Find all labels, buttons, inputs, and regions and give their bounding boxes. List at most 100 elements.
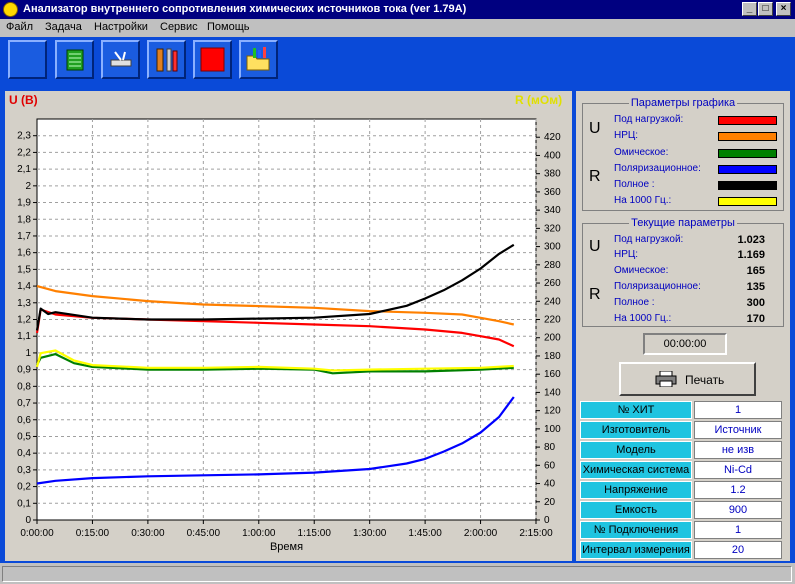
y-left-tick-label: 2,2: [17, 147, 31, 158]
status-bar: [0, 563, 795, 584]
y-left-tick-label: 0,2: [17, 482, 31, 493]
info-value[interactable]: не изв: [694, 441, 782, 459]
open-folder-button[interactable]: [239, 40, 278, 79]
info-key: № ХИТ: [580, 401, 692, 419]
print-button[interactable]: Печать: [619, 362, 756, 396]
current-label-ohmic: Омическое:: [614, 265, 669, 276]
swatch-full[interactable]: [718, 181, 777, 190]
x-tick-label: 1:00:00: [242, 528, 276, 539]
close-button[interactable]: ×: [776, 2, 791, 16]
y-right-tick-label: 420: [544, 132, 561, 143]
y-right-tick-label: 0: [544, 515, 550, 526]
current-value-ocv: 1.169: [737, 249, 765, 261]
app-window: Анализатор внутреннего сопротивления хим…: [0, 0, 795, 584]
swatch-ohmic[interactable]: [718, 149, 777, 158]
info-value[interactable]: 1.2: [694, 481, 782, 499]
x-tick-label: 2:15:00: [519, 528, 553, 539]
graph-params-title: Параметры графика: [628, 97, 738, 109]
app-icon[interactable]: [3, 2, 18, 17]
menu-task[interactable]: Задача: [45, 21, 82, 33]
info-row: Химическая система Ni-Cd: [580, 461, 784, 479]
legend-label-polar: Поляризационное:: [614, 163, 701, 174]
legend-label-full: Полное :: [614, 179, 655, 190]
maximize-button[interactable]: □: [758, 2, 773, 16]
info-value[interactable]: 1: [694, 401, 782, 419]
x-tick-label: 1:15:00: [298, 528, 332, 539]
table-button[interactable]: [55, 40, 94, 79]
y-right-tick-label: 20: [544, 497, 556, 508]
print-button-label: Печать: [685, 373, 725, 387]
info-key: Емкость: [580, 501, 692, 519]
y-right-tick-label: 200: [544, 333, 561, 344]
y-left-tick-label: 2,1: [17, 164, 31, 175]
minimize-button[interactable]: _: [742, 2, 757, 16]
swatch-ocv[interactable]: [718, 132, 777, 141]
x-tick-label: 0:15:00: [76, 528, 110, 539]
y-right-tick-label: 280: [544, 260, 561, 271]
current-r-label: R: [589, 286, 601, 303]
info-value[interactable]: 900: [694, 501, 782, 519]
toolbar: [0, 37, 795, 86]
y-left-tick-label: 1,9: [17, 198, 31, 209]
current-label-ocv: НРЦ:: [614, 249, 639, 260]
x-tick-label: 2:00:00: [464, 528, 498, 539]
probe-button[interactable]: [101, 40, 140, 79]
info-value[interactable]: Ni-Cd: [694, 461, 782, 479]
current-value-polar: 135: [746, 281, 765, 293]
info-row: Интервал измерения 20: [580, 541, 784, 559]
current-value-ohmic: 165: [746, 265, 765, 277]
blank-button[interactable]: [8, 40, 47, 79]
info-row: Напряжение 1.2: [580, 481, 784, 499]
current-params-group: Текущие параметры U R Под нагрузкой: НРЦ…: [582, 217, 784, 327]
title-bar: Анализатор внутреннего сопротивления хим…: [0, 0, 795, 19]
y-left-tick-label: 1,3: [17, 298, 31, 309]
y-left-tick-label: 1,7: [17, 231, 31, 242]
legend-label-load: Под нагрузкой:: [614, 114, 684, 125]
info-value[interactable]: Источник: [694, 421, 782, 439]
y-right-tick-label: 340: [544, 205, 561, 216]
current-value-full: 300: [746, 297, 765, 309]
menu-settings[interactable]: Настройки: [94, 21, 148, 33]
x-tick-label: 0:45:00: [187, 528, 221, 539]
timer-display: 00:00:00: [643, 333, 727, 355]
graph-r-label: R: [589, 168, 601, 185]
info-key: Модель: [580, 441, 692, 459]
menu-service[interactable]: Сервис: [160, 21, 198, 33]
y-right-tick-label: 240: [544, 296, 561, 307]
menu-file[interactable]: Файл: [6, 21, 33, 33]
swatch-polar[interactable]: [718, 165, 777, 174]
x-axis-label: Время: [270, 541, 303, 553]
y-left-tick-label: 0,6: [17, 415, 31, 426]
y-right-tick-label: 220: [544, 315, 561, 326]
y-left-tick-label: 2,3: [17, 131, 31, 142]
menu-bar: Файл Задача Настройки Сервис Помощь: [0, 19, 795, 37]
printer-icon: [655, 371, 677, 387]
y-right-tick-label: 100: [544, 424, 561, 435]
folder-icon: [246, 47, 270, 71]
menu-help[interactable]: Помощь: [207, 21, 250, 33]
stop-button[interactable]: [193, 40, 232, 79]
x-tick-label: 0:30:00: [131, 528, 165, 539]
info-value[interactable]: 1: [694, 521, 782, 539]
current-label-1000hz: На 1000 Гц.:: [614, 313, 672, 324]
y-right-tick-label: 300: [544, 242, 561, 253]
info-key: Интервал измерения: [580, 541, 692, 559]
window-title: Анализатор внутреннего сопротивления хим…: [23, 3, 467, 15]
y-right-tick-label: 140: [544, 387, 561, 398]
swatch-1000hz[interactable]: [718, 197, 777, 206]
line-chart[interactable]: 0:00:00 0:15:00 0:30:00 0:45:00 1:00:00 1:15:…: [5, 91, 572, 561]
probe-icon: [110, 51, 132, 67]
info-value[interactable]: 20: [694, 541, 782, 559]
y-left-tick-label: 0,4: [17, 448, 31, 459]
swatch-load[interactable]: [718, 116, 777, 125]
current-label-polar: Поляризационное:: [614, 281, 701, 292]
legend-label-1000hz: На 1000 Гц.:: [614, 195, 672, 206]
y-left-tick-label: 1,5: [17, 264, 31, 275]
y-left-tick-label: 0: [25, 515, 31, 526]
info-key: № Подключения: [580, 521, 692, 539]
y-left-tick-label: 0,9: [17, 365, 31, 376]
tools-button[interactable]: [147, 40, 186, 79]
y-right-tick-label: 320: [544, 223, 561, 234]
info-row: Емкость 900: [580, 501, 784, 519]
current-label-full: Полное :: [614, 297, 655, 308]
